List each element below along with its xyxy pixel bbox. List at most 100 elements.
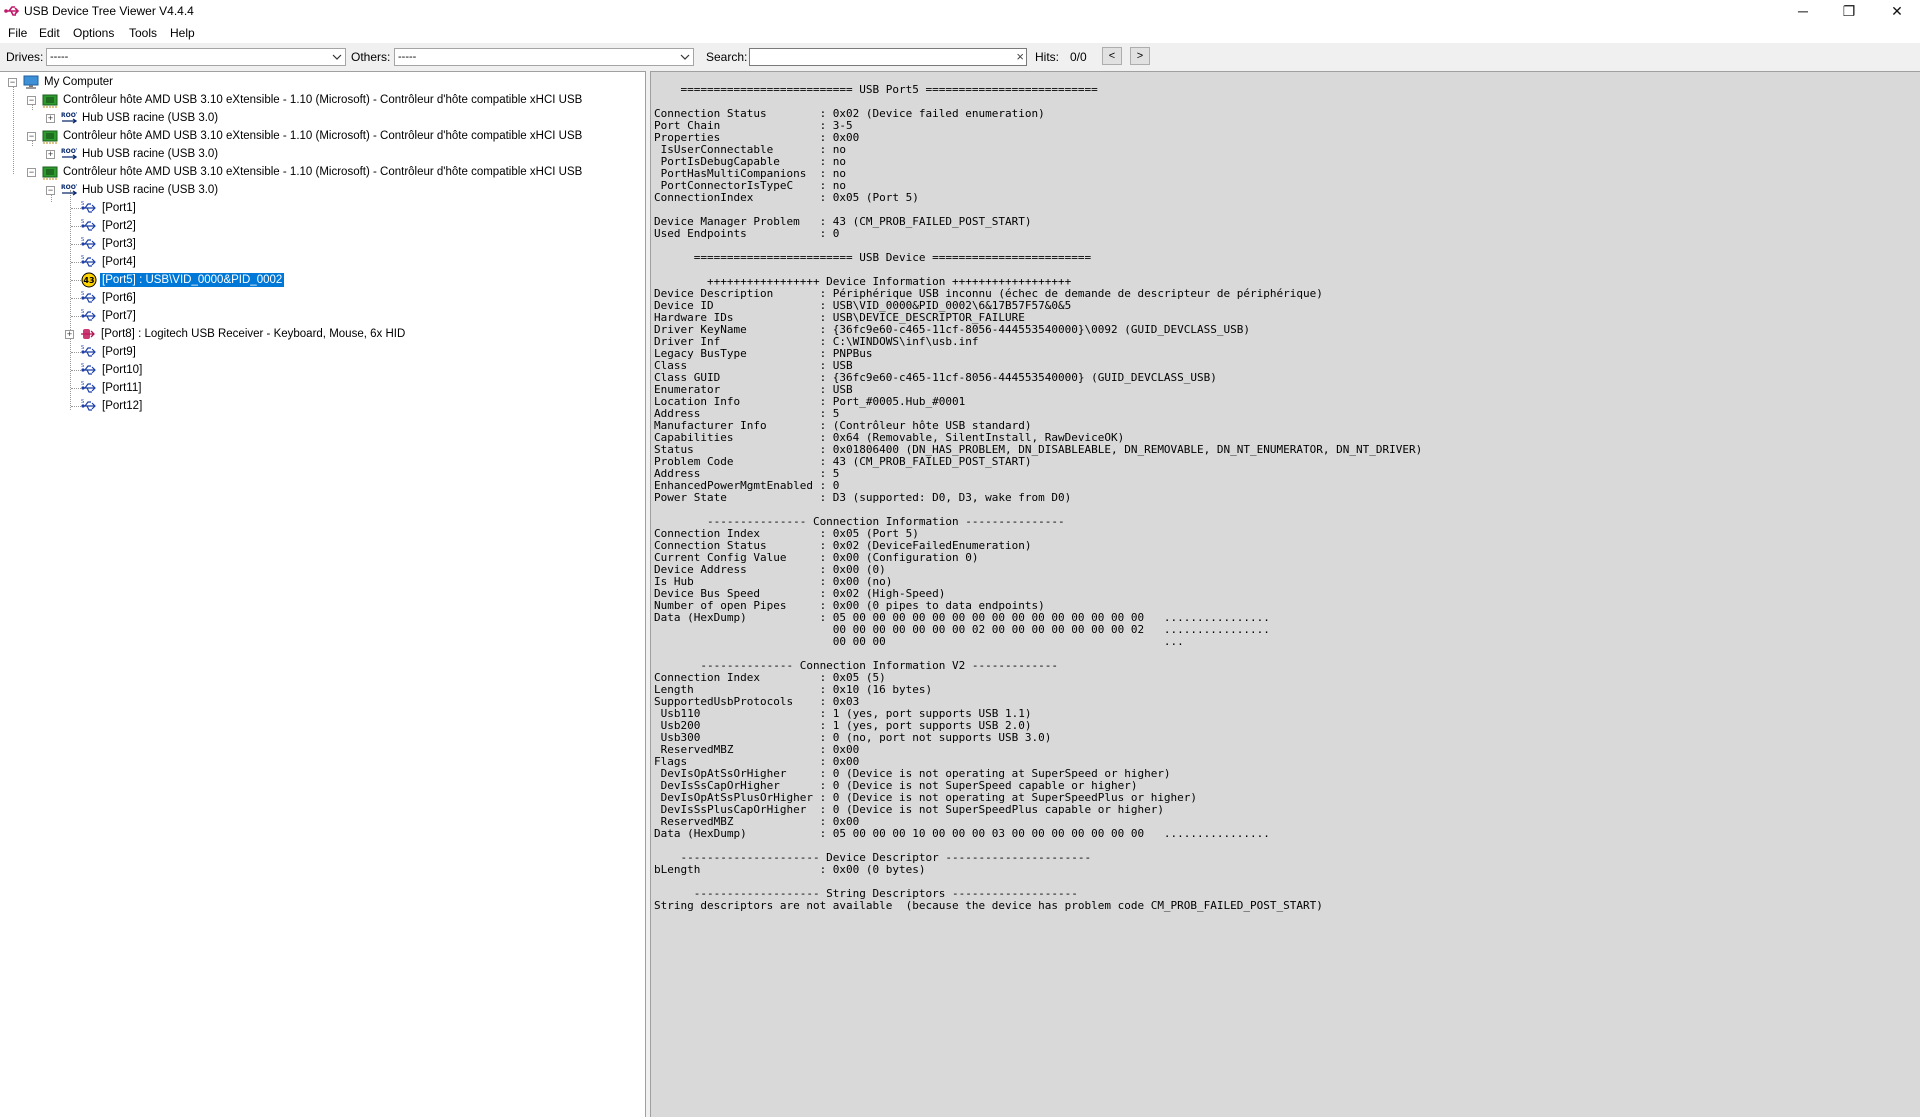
search-input[interactable]: ×: [749, 48, 1027, 66]
tree-label: Contrôleur hôte AMD USB 3.10 eXtensible …: [63, 94, 583, 106]
menu-bar: File Edit Options Tools Help: [0, 23, 1920, 43]
svg-text:S: S: [81, 255, 84, 261]
svg-text:S: S: [81, 399, 84, 405]
usb-hid-device-icon: [81, 329, 95, 339]
chevron-down-icon: [680, 54, 690, 60]
tree-node-port-11[interactable]: S [Port11]: [81, 379, 143, 397]
tree-label: [Port1]: [102, 202, 136, 214]
tree-node-controller[interactable]: − Contrôleur hôte AMD USB 3.10 eXtensible…: [27, 127, 584, 145]
tree-label: Contrôleur hôte AMD USB 3.10 eXtensible …: [63, 166, 583, 178]
usb-hub-icon: ROOT: [61, 112, 77, 124]
tree-label: Hub USB racine (USB 3.0): [82, 184, 219, 196]
menu-tools[interactable]: Tools: [129, 26, 157, 40]
svg-text:S: S: [81, 345, 84, 351]
menu-help[interactable]: Help: [170, 26, 195, 40]
tree-connector: [71, 406, 81, 407]
collapse-icon[interactable]: −: [8, 77, 17, 87]
next-hit-button[interactable]: >: [1130, 47, 1150, 65]
svg-text:S: S: [81, 219, 84, 225]
title-bar: USB Device Tree Viewer V4.4.4 ─ ❐ ✕: [0, 0, 1920, 23]
expand-icon[interactable]: +: [65, 329, 74, 339]
tree-label: Hub USB racine (USB 3.0): [82, 112, 219, 124]
drives-label: Drives:: [6, 50, 44, 64]
tree-label: [Port4]: [102, 256, 136, 268]
usb-port-icon: S: [81, 291, 96, 303]
detail-text: ========================== USB Port5 ===…: [654, 83, 1423, 912]
svg-text:ROOT: ROOT: [61, 148, 77, 155]
tree-label: My Computer: [44, 76, 114, 88]
collapse-icon[interactable]: −: [27, 131, 36, 141]
tree-label: Contrôleur hôte AMD USB 3.10 eXtensible …: [63, 130, 583, 142]
expand-icon[interactable]: +: [46, 149, 55, 159]
tree-label: [Port5] : USB\VID_0000&PID_0002: [98, 272, 286, 288]
tree-label: [Port12]: [102, 400, 143, 412]
maximize-button[interactable]: ❐: [1826, 0, 1872, 22]
tree-connector: [71, 226, 81, 227]
tree-node-port-6[interactable]: S [Port6]: [81, 289, 138, 307]
tree-label: [Port9]: [102, 346, 136, 358]
tree-label: [Port10]: [102, 364, 143, 376]
clear-search-icon[interactable]: ×: [1016, 49, 1024, 64]
tree-node-port-5[interactable]: 43 [Port5] : USB\VID_0000&PID_0002: [81, 271, 286, 289]
tree-node-controller[interactable]: − Contrôleur hôte AMD USB 3.10 eXtensible…: [27, 91, 584, 109]
tree-node-my-computer[interactable]: − My Computer: [8, 73, 115, 91]
drives-select-value: -----: [50, 51, 69, 63]
menu-edit[interactable]: Edit: [39, 26, 60, 40]
close-button[interactable]: ✕: [1874, 0, 1920, 22]
drives-select[interactable]: -----: [46, 48, 346, 66]
menu-options[interactable]: Options: [73, 26, 114, 40]
collapse-icon[interactable]: −: [46, 185, 55, 195]
others-label: Others:: [351, 50, 391, 64]
svg-text:S: S: [81, 237, 84, 243]
usb-port-icon: S: [81, 219, 96, 231]
tree-node-port-8[interactable]: + [Port8] : Logitech USB Receiver - Keybo…: [65, 325, 407, 343]
tree-label: [Port6]: [102, 292, 136, 304]
usb-port-icon: S: [81, 399, 96, 411]
detail-panel[interactable]: ========================== USB Port5 ===…: [650, 71, 1920, 1117]
tree-node-port-2[interactable]: S [Port2]: [81, 217, 138, 235]
svg-text:ROOT: ROOT: [61, 184, 77, 191]
tree-node-port-12[interactable]: S [Port12]: [81, 397, 144, 415]
tree-label: Hub USB racine (USB 3.0): [82, 148, 219, 160]
tree-node-port-10[interactable]: S [Port10]: [81, 361, 144, 379]
tree-node-root-hub[interactable]: + ROOT Hub USB racine (USB 3.0): [46, 109, 220, 127]
usb-port-icon: S: [81, 237, 96, 249]
tree-connector: [71, 316, 81, 317]
tree-connector: [70, 190, 71, 410]
others-select[interactable]: -----: [394, 48, 694, 66]
collapse-icon[interactable]: −: [27, 167, 36, 177]
svg-text:S: S: [81, 363, 84, 369]
tree-node-port-1[interactable]: S [Port1]: [81, 199, 138, 217]
tree-connector: [71, 208, 81, 209]
device-tree-panel[interactable]: − My Computer − Contrôleur hôte AMD USB 3…: [0, 71, 646, 1117]
tree-label: [Port11]: [102, 382, 142, 394]
usb-port-icon: S: [81, 363, 96, 375]
collapse-icon[interactable]: −: [27, 95, 36, 105]
usb-hub-icon: ROOT: [61, 148, 77, 160]
toolbar: Drives: ----- Others: ----- Search: × Hi…: [0, 43, 1920, 71]
tree-node-port-3[interactable]: S [Port3]: [81, 235, 138, 253]
usb-controller-icon: [42, 94, 58, 108]
usb-port-icon: S: [81, 255, 96, 267]
previous-hit-button[interactable]: <: [1102, 47, 1122, 65]
tree-node-port-7[interactable]: S [Port7]: [81, 307, 138, 325]
usb-hub-icon: ROOT: [61, 184, 77, 196]
tree-node-controller[interactable]: − Contrôleur hôte AMD USB 3.10 eXtensible…: [27, 163, 584, 181]
tree-node-root-hub[interactable]: + ROOT Hub USB racine (USB 3.0): [46, 145, 220, 163]
menu-file[interactable]: File: [8, 26, 27, 40]
hits-count: 0/0: [1070, 50, 1087, 64]
expand-icon[interactable]: +: [46, 113, 55, 123]
tree-connector: [71, 298, 81, 299]
window-title: USB Device Tree Viewer V4.4.4: [24, 4, 194, 18]
device-error-icon: 43: [81, 272, 97, 288]
minimize-button[interactable]: ─: [1780, 0, 1826, 22]
tree-node-root-hub[interactable]: −ROOT Hub USB racine (USB 3.0): [46, 181, 220, 199]
tree-node-port-9[interactable]: S [Port9]: [81, 343, 138, 361]
usb-port-icon: S: [81, 381, 96, 393]
tree-label: [Port2]: [102, 220, 136, 232]
hits-label: Hits:: [1035, 50, 1059, 64]
others-select-value: -----: [398, 51, 417, 63]
computer-icon: [23, 75, 39, 89]
tree-node-port-4[interactable]: S [Port4]: [81, 253, 138, 271]
search-label: Search:: [706, 50, 748, 64]
